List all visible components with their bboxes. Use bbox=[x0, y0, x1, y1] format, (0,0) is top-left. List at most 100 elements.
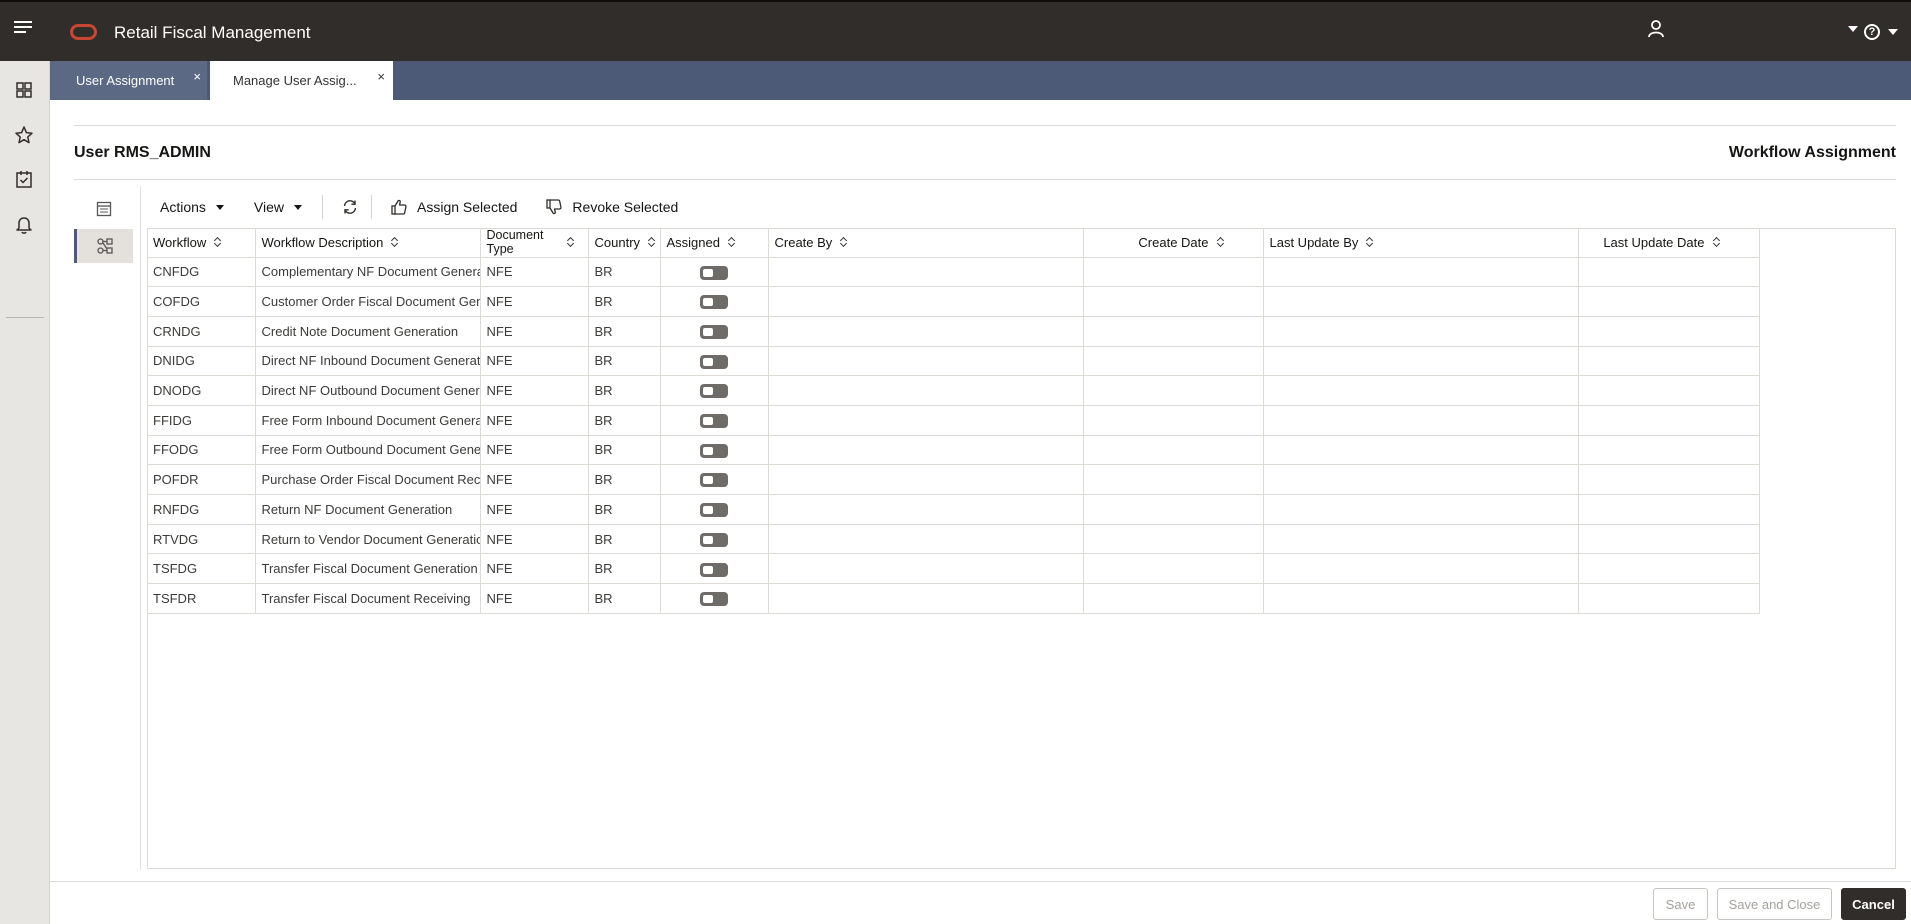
last-update-by-cell bbox=[1263, 257, 1579, 288]
last-update-by-cell bbox=[1263, 286, 1579, 317]
assign-selected-button[interactable]: Assign Selected bbox=[390, 198, 517, 216]
table-row[interactable]: TSFDG Transfer Fiscal Document Generation… bbox=[147, 553, 1760, 585]
sort-icon[interactable] bbox=[214, 237, 222, 248]
workflow-table: Workflow Workflow Description Document T… bbox=[147, 228, 1760, 614]
assigned-toggle-switch[interactable] bbox=[700, 384, 728, 399]
notifications-bell-icon[interactable] bbox=[13, 213, 35, 235]
create-date-cell bbox=[1083, 375, 1264, 406]
workflow-cell: DNIDG bbox=[147, 346, 256, 377]
workflow-cell: COFDG bbox=[147, 286, 256, 317]
view-menu-button[interactable]: View bbox=[254, 199, 303, 215]
last-update-date-cell bbox=[1578, 316, 1760, 347]
hamburger-menu-icon[interactable] bbox=[14, 21, 32, 35]
assigned-toggle-switch[interactable] bbox=[700, 473, 728, 488]
column-header-description[interactable]: Workflow Description bbox=[255, 228, 481, 258]
assigned-toggle-switch[interactable] bbox=[700, 443, 728, 458]
close-icon[interactable]: × bbox=[193, 69, 201, 84]
table-row[interactable]: POFDR Purchase Order Fiscal Document Rece… bbox=[147, 464, 1760, 495]
sort-icon[interactable] bbox=[840, 237, 848, 248]
create-date-cell bbox=[1083, 316, 1264, 347]
close-icon[interactable]: × bbox=[377, 69, 385, 84]
assigned-cell bbox=[660, 524, 769, 555]
last-update-by-cell bbox=[1263, 464, 1579, 495]
help-menu[interactable]: ? bbox=[1864, 24, 1898, 40]
column-header-document-type[interactable]: Document Type bbox=[480, 228, 589, 258]
document-type-cell: NFE bbox=[480, 464, 589, 495]
description-cell: Return NF Document Generation bbox=[255, 494, 481, 525]
actions-label: Actions bbox=[160, 199, 206, 215]
document-type-cell: NFE bbox=[480, 346, 589, 377]
create-date-cell bbox=[1083, 405, 1264, 436]
table-row[interactable]: RTVDG Return to Vendor Document Generatio… bbox=[147, 524, 1760, 555]
column-header-assigned[interactable]: Assigned bbox=[660, 228, 769, 258]
description-cell: Transfer Fiscal Document Receiving bbox=[255, 583, 481, 614]
last-update-date-cell bbox=[1578, 524, 1760, 555]
revoke-selected-button[interactable]: Revoke Selected bbox=[545, 198, 678, 216]
user-menu[interactable] bbox=[1648, 20, 1858, 38]
column-header-create-by[interactable]: Create By bbox=[768, 228, 1084, 258]
sort-icon[interactable] bbox=[1217, 237, 1225, 248]
assigned-toggle-switch[interactable] bbox=[700, 532, 728, 547]
refresh-icon[interactable] bbox=[341, 198, 359, 216]
create-by-cell bbox=[768, 316, 1084, 347]
dashboard-icon[interactable] bbox=[13, 79, 35, 101]
table-row[interactable]: DNODG Direct NF Outbound Document Genera N… bbox=[147, 375, 1760, 406]
create-date-cell bbox=[1083, 257, 1264, 288]
cancel-button[interactable]: Cancel bbox=[1841, 888, 1906, 920]
sort-icon[interactable] bbox=[391, 237, 399, 248]
assigned-toggle-switch[interactable] bbox=[700, 592, 728, 607]
save-button[interactable]: Save bbox=[1653, 888, 1708, 920]
table-row[interactable]: FFIDG Free Form Inbound Document Generat N… bbox=[147, 405, 1760, 436]
create-date-cell bbox=[1083, 346, 1264, 377]
document-type-cell: NFE bbox=[480, 494, 589, 525]
description-cell: Credit Note Document Generation bbox=[255, 316, 481, 347]
create-by-cell bbox=[768, 405, 1084, 436]
save-and-close-button[interactable]: Save and Close bbox=[1717, 888, 1832, 920]
actions-menu-button[interactable]: Actions bbox=[160, 199, 224, 215]
column-header-workflow[interactable]: Workflow bbox=[147, 228, 256, 258]
assigned-toggle-switch[interactable] bbox=[700, 295, 728, 310]
document-type-cell: NFE bbox=[480, 435, 589, 466]
document-type-cell: NFE bbox=[480, 405, 589, 436]
column-label: Last Update By bbox=[1269, 234, 1359, 250]
side-tab-workflow[interactable] bbox=[74, 229, 133, 263]
last-update-date-cell bbox=[1578, 375, 1760, 406]
column-header-last-update-date[interactable]: Last Update Date bbox=[1578, 228, 1760, 258]
sort-icon[interactable] bbox=[1366, 237, 1374, 248]
sort-icon[interactable] bbox=[648, 237, 656, 248]
last-update-by-cell bbox=[1263, 405, 1579, 436]
top-bar: Retail Fiscal Management ? bbox=[0, 0, 1911, 61]
column-header-country[interactable]: Country bbox=[588, 228, 661, 258]
thumbs-up-icon bbox=[391, 199, 407, 215]
create-by-cell bbox=[768, 346, 1084, 377]
oracle-logo bbox=[70, 24, 97, 40]
tab-user-assignment[interactable]: User Assignment × bbox=[50, 61, 207, 100]
table-row[interactable]: RNFDG Return NF Document Generation NFE BR bbox=[147, 494, 1760, 525]
description-cell: Customer Order Fiscal Document Gene bbox=[255, 286, 481, 317]
table-row[interactable]: CRNDG Credit Note Document Generation NFE B… bbox=[147, 316, 1760, 347]
sort-icon[interactable] bbox=[567, 237, 575, 248]
table-row[interactable]: TSFDR Transfer Fiscal Document Receiving N… bbox=[147, 583, 1760, 614]
table-row[interactable]: FFODG Free Form Outbound Document Gener NF… bbox=[147, 435, 1760, 466]
workflow-cell: POFDR bbox=[147, 464, 256, 495]
sort-icon[interactable] bbox=[1713, 237, 1721, 248]
assigned-toggle-switch[interactable] bbox=[700, 414, 728, 429]
table-row[interactable]: CNFDG Complementary NF Document Genera NFE… bbox=[147, 257, 1760, 288]
tasks-icon[interactable] bbox=[13, 168, 35, 190]
column-header-create-date[interactable]: Create Date bbox=[1083, 228, 1264, 258]
assigned-cell bbox=[660, 405, 769, 436]
column-header-last-update-by[interactable]: Last Update By bbox=[1263, 228, 1579, 258]
assigned-cell bbox=[660, 316, 769, 347]
assigned-toggle-switch[interactable] bbox=[700, 562, 728, 577]
assigned-toggle-switch[interactable] bbox=[700, 325, 728, 339]
app-title: Retail Fiscal Management bbox=[114, 23, 311, 42]
assigned-toggle-switch[interactable] bbox=[700, 265, 728, 280]
side-tab-details[interactable] bbox=[74, 192, 133, 226]
favorites-star-icon[interactable] bbox=[13, 124, 35, 146]
sort-icon[interactable] bbox=[728, 237, 736, 248]
assigned-toggle-switch[interactable] bbox=[700, 503, 728, 518]
assigned-toggle-switch[interactable] bbox=[700, 354, 728, 369]
tab-manage-user-assignment[interactable]: Manage User Assig... × bbox=[210, 61, 393, 100]
table-row[interactable]: DNIDG Direct NF Inbound Document Generati… bbox=[147, 346, 1760, 377]
table-row[interactable]: COFDG Customer Order Fiscal Document Gene… bbox=[147, 286, 1760, 317]
